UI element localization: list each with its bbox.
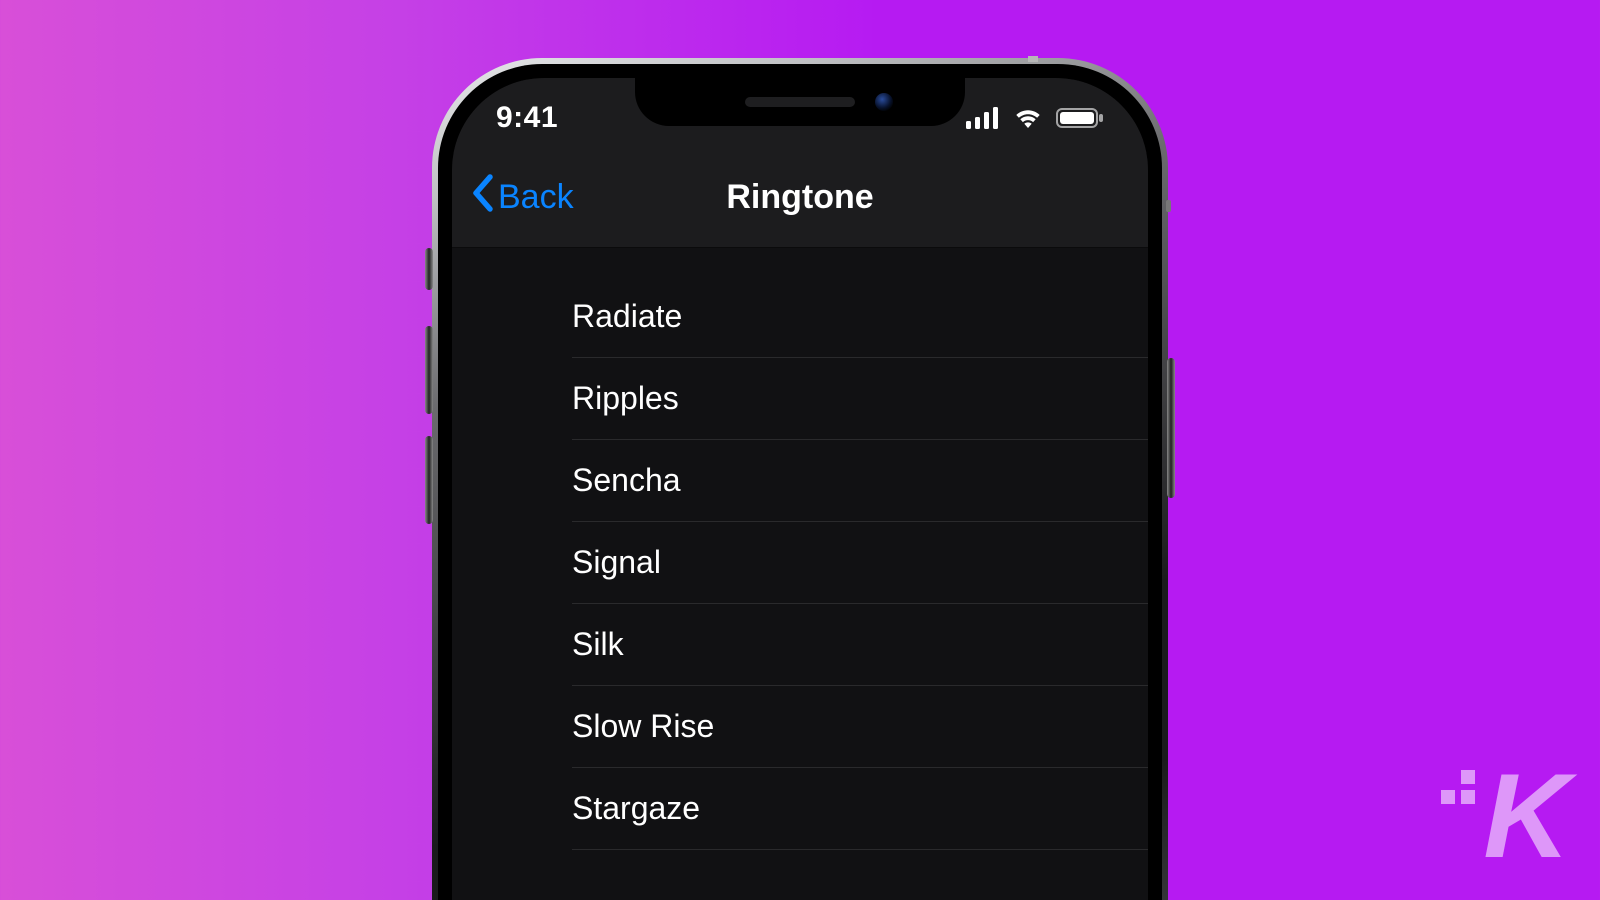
phone-frame: 9:41 (432, 58, 1168, 900)
status-time: 9:41 (496, 101, 558, 135)
battery-icon (1056, 107, 1104, 129)
antenna-band (1028, 56, 1038, 62)
watermark-letter: K (1483, 749, 1564, 883)
ringtone-label: Radiate (572, 298, 682, 335)
wifi-icon (1012, 107, 1044, 129)
antenna-band (1166, 200, 1171, 212)
ringtone-row[interactable]: Radiate (572, 276, 1148, 358)
ringtone-row[interactable]: Sencha (572, 440, 1148, 522)
power-button (1167, 358, 1175, 498)
ringtone-label: Silk (572, 626, 624, 663)
volume-down-button (425, 436, 433, 524)
ringtone-row[interactable]: Slow Rise (572, 686, 1148, 768)
volume-up-button (425, 326, 433, 414)
back-label: Back (498, 178, 574, 217)
ringtone-label: Sencha (572, 462, 681, 499)
mute-switch (425, 248, 433, 290)
watermark-logo: K (1483, 756, 1564, 876)
ringtone-label: Ripples (572, 380, 679, 417)
ringtone-list: Radiate Ripples Sencha Signal Silk Slow … (452, 248, 1148, 850)
earpiece-speaker (745, 97, 855, 107)
navigation-bar: Back Ringtone (452, 148, 1148, 248)
page-title: Ringtone (726, 178, 873, 217)
back-button[interactable]: Back (460, 148, 584, 247)
ringtone-row[interactable]: Ripples (572, 358, 1148, 440)
ringtone-row[interactable]: Signal (572, 522, 1148, 604)
ringtone-row[interactable]: Stargaze (572, 768, 1148, 850)
cellular-signal-icon (966, 107, 1000, 129)
chevron-left-icon (470, 173, 498, 222)
status-icons (966, 107, 1104, 129)
ringtone-label: Stargaze (572, 790, 700, 827)
ringtone-label: Signal (572, 544, 661, 581)
front-camera (875, 93, 893, 111)
ringtone-label: Slow Rise (572, 708, 714, 745)
phone-screen: 9:41 (452, 78, 1148, 900)
display-notch (635, 78, 965, 126)
ringtone-row[interactable]: Silk (572, 604, 1148, 686)
